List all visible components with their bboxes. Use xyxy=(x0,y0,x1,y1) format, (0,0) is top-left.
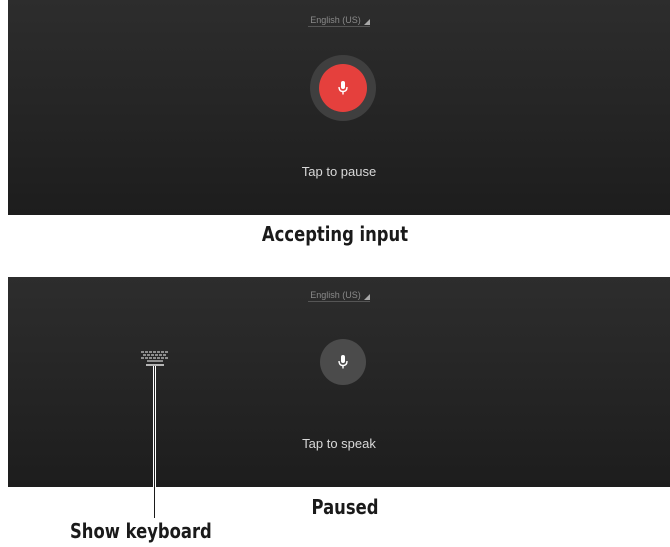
language-selector[interactable]: English (US) xyxy=(8,15,670,27)
language-selector[interactable]: English (US) xyxy=(8,290,670,302)
caption-accepting-input: Accepting input xyxy=(261,222,409,246)
dropdown-caret-icon xyxy=(363,19,370,25)
caption-show-keyboard: Show keyboard xyxy=(70,519,212,543)
voice-input-panel-accepting: English (US) Tap to pause xyxy=(8,0,670,215)
language-label: English (US) xyxy=(310,290,361,300)
microphone-icon xyxy=(338,355,348,369)
hint-text: Tap to pause xyxy=(301,164,377,179)
language-label: English (US) xyxy=(310,15,361,25)
microphone-icon xyxy=(338,81,348,95)
mic-button[interactable] xyxy=(320,339,366,385)
callout-line xyxy=(154,487,155,518)
dropdown-caret-icon xyxy=(363,294,370,300)
caption-paused: Paused xyxy=(311,495,379,519)
voice-input-panel-paused: English (US) Tap to speak xyxy=(8,277,670,487)
hint-text: Tap to speak xyxy=(302,436,376,451)
keyboard-icon[interactable] xyxy=(141,351,169,367)
mic-button[interactable] xyxy=(319,64,367,112)
mic-ring xyxy=(310,55,376,121)
